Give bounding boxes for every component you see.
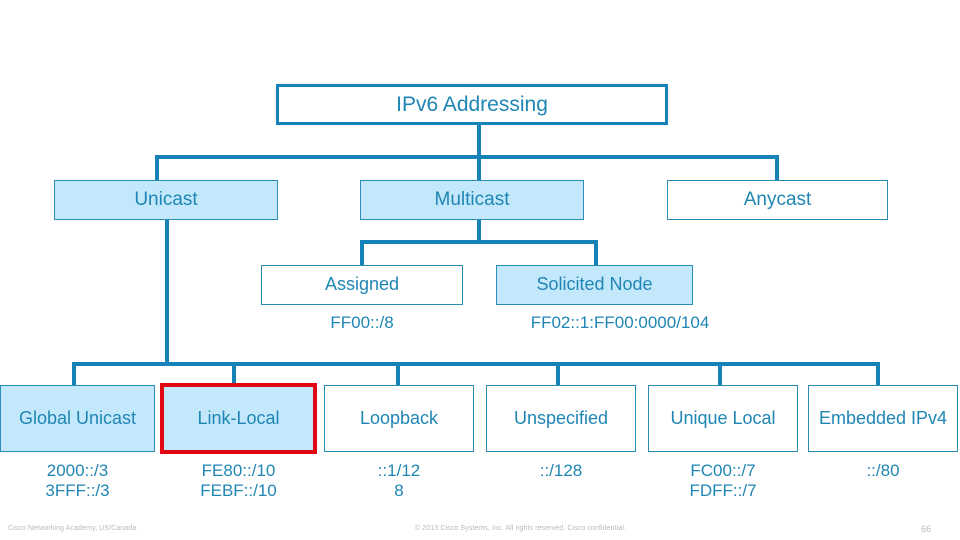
footer-page-number: 66: [921, 524, 932, 534]
connector-multicast-down: [477, 220, 481, 242]
node-global-unicast[interactable]: Global Unicast: [0, 385, 155, 452]
node-embedded-ipv4[interactable]: Embedded IPv4: [808, 385, 958, 452]
node-multicast[interactable]: Multicast: [360, 180, 584, 220]
connector-drop-assigned: [360, 240, 364, 265]
connector-title-down: [477, 124, 481, 158]
node-unspecified[interactable]: Unspecified: [486, 385, 636, 452]
value-global-unicast: 2000::/3 3FFF::/3: [45, 461, 110, 501]
connector-drop-solicited: [594, 240, 598, 265]
node-assigned[interactable]: Assigned: [261, 265, 463, 305]
node-loopback[interactable]: Loopback: [324, 385, 474, 452]
node-solicited-node[interactable]: Solicited Node: [496, 265, 693, 305]
node-label: Multicast: [434, 189, 510, 211]
node-label: Assigned: [324, 274, 400, 295]
node-label: Embedded IPv4: [818, 407, 948, 428]
connector-drop-multicast: [477, 155, 481, 180]
connector-level4-bus: [72, 362, 880, 366]
node-link-local[interactable]: Link-Local: [160, 383, 317, 454]
node-label: Unspecified: [513, 407, 609, 428]
connector-level2-bus: [155, 155, 779, 159]
connector-drop-unspecified: [556, 362, 560, 385]
connector-unicast-down: [165, 220, 169, 365]
value-assigned: FF00::/8: [330, 313, 394, 332]
node-unique-local[interactable]: Unique Local: [648, 385, 798, 452]
node-label: IPv6 Addressing: [396, 92, 548, 116]
connector-drop-anycast: [775, 155, 779, 180]
node-label: Unique Local: [670, 407, 776, 428]
value-unique-local: FC00::/7 FDFF::/7: [689, 461, 757, 501]
node-label: Link-Local: [197, 407, 280, 428]
footer-copyright: © 2013 Cisco Systems, Inc. All rights re…: [415, 525, 627, 532]
node-label: Solicited Node: [536, 274, 653, 295]
value-embedded-ipv4: ::/80: [866, 461, 900, 480]
node-label: Global Unicast: [18, 407, 137, 428]
connector-drop-embedded: [876, 362, 880, 385]
connector-drop-loopback: [396, 362, 400, 385]
node-label: Unicast: [134, 189, 198, 211]
connector-level3-bus: [360, 240, 598, 244]
value-link-local: FE80::/10 FEBF::/10: [200, 461, 277, 501]
connector-drop-uniquelocal: [718, 362, 722, 385]
node-anycast[interactable]: Anycast: [667, 180, 888, 220]
node-label: Anycast: [743, 189, 812, 211]
connector-drop-unicast: [155, 155, 159, 180]
value-loopback: ::1/12 8: [377, 461, 421, 501]
node-label: Loopback: [359, 407, 439, 428]
connector-drop-global: [72, 362, 76, 385]
connector-drop-linklocal: [232, 362, 236, 385]
value-unspecified: ::/128: [539, 461, 583, 480]
node-ipv6-addressing[interactable]: IPv6 Addressing: [276, 84, 668, 125]
node-unicast[interactable]: Unicast: [54, 180, 278, 220]
value-solicited-node: FF02::1:FF00:0000/104: [530, 313, 710, 332]
footer-left: Cisco Networking Academy, US/Canada: [8, 525, 137, 532]
